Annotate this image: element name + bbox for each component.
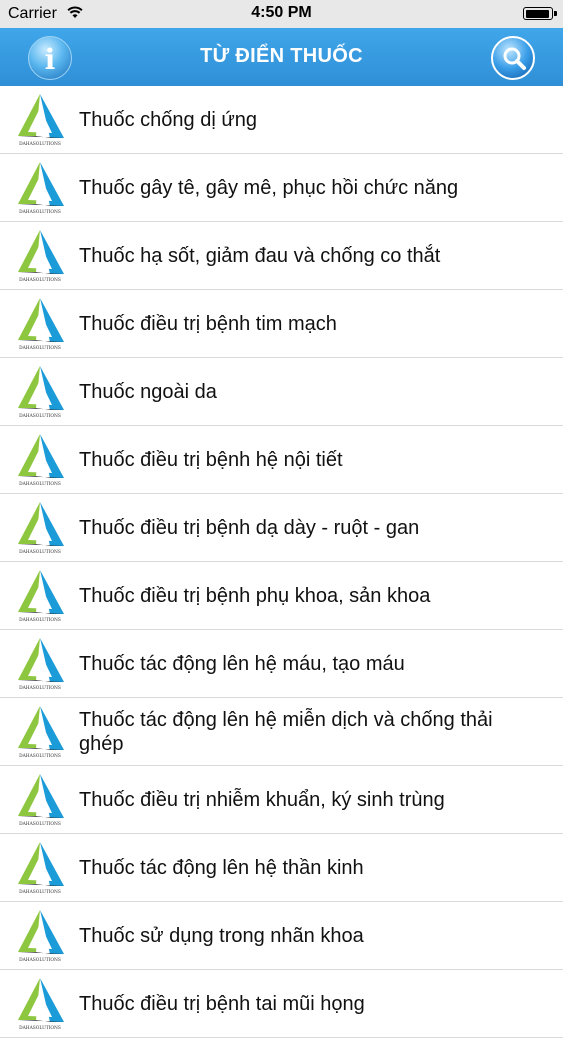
search-button[interactable] bbox=[491, 36, 535, 80]
logo-text: DAHASOLUTIONS bbox=[19, 822, 61, 827]
logo-text: DAHASOLUTIONS bbox=[19, 754, 61, 759]
category-row[interactable]: DAHASOLUTIONS Thuốc điều trị bệnh hệ nội… bbox=[0, 426, 563, 494]
category-row[interactable]: DAHASOLUTIONS Thuốc sử dụng trong nhãn k… bbox=[0, 902, 563, 970]
category-row[interactable]: DAHASOLUTIONS Thuốc chống dị ứng bbox=[0, 86, 563, 154]
category-row[interactable]: DAHASOLUTIONS Thuốc tác động lên hệ miễn… bbox=[0, 698, 563, 766]
dahasolutions-triangle-logo: DAHASOLUTIONS bbox=[18, 162, 64, 215]
dahasolutions-triangle-logo: DAHASOLUTIONS bbox=[18, 366, 64, 419]
magnifier-icon bbox=[503, 47, 526, 70]
dahasolutions-triangle-logo: DAHASOLUTIONS bbox=[18, 230, 64, 283]
dahasolutions-triangle-logo: DAHASOLUTIONS bbox=[18, 638, 64, 691]
category-row[interactable]: DAHASOLUTIONS Thuốc điều trị bệnh tai mũ… bbox=[0, 970, 563, 1038]
category-label: Thuốc điều trị nhiễm khuẩn, ký sinh trùn… bbox=[79, 788, 445, 811]
category-label: Thuốc tác động lên hệ máu, tạo máu bbox=[79, 652, 405, 675]
category-row[interactable]: DAHASOLUTIONS Thuốc ngoài da bbox=[0, 358, 563, 426]
dahasolutions-triangle-logo: DAHASOLUTIONS bbox=[18, 910, 64, 963]
category-row[interactable]: DAHASOLUTIONS Thuốc điều trị nhiễm khuẩn… bbox=[0, 766, 563, 834]
dahasolutions-triangle-logo: DAHASOLUTIONS bbox=[18, 502, 64, 555]
category-row[interactable]: DAHASOLUTIONS Thuốc điều trị bệnh tim mạ… bbox=[0, 290, 563, 358]
page-title: TỪ ĐIỂN THUỐC bbox=[200, 45, 363, 67]
logo-text: DAHASOLUTIONS bbox=[19, 686, 61, 691]
category-label: Thuốc điều trị bệnh dạ dày - ruột - gan bbox=[79, 516, 420, 539]
logo-text: DAHASOLUTIONS bbox=[19, 890, 61, 895]
nav-bar: i TỪ ĐIỂN THUỐC bbox=[0, 28, 563, 86]
category-row[interactable]: DAHASOLUTIONS Thuốc tác động lên hệ máu,… bbox=[0, 630, 563, 698]
category-label: Thuốc chống dị ứng bbox=[79, 108, 257, 131]
category-label: Thuốc ngoài da bbox=[79, 380, 217, 403]
clock: 4:50 PM bbox=[251, 4, 312, 21]
logo-text: DAHASOLUTIONS bbox=[19, 618, 61, 623]
category-label: Thuốc gây tê, gây mê, phục hồi chức năng bbox=[79, 176, 459, 199]
category-label: Thuốc hạ sốt, giảm đau và chống co thắt bbox=[79, 244, 441, 267]
category-row[interactable]: DAHASOLUTIONS Thuốc tác động lên hệ thần… bbox=[0, 834, 563, 902]
dahasolutions-triangle-logo: DAHASOLUTIONS bbox=[18, 706, 64, 759]
category-label: Thuốc tác động lên hệ thần kinh bbox=[79, 856, 364, 879]
logo-text: DAHASOLUTIONS bbox=[19, 1026, 61, 1031]
dahasolutions-triangle-logo: DAHASOLUTIONS bbox=[18, 842, 64, 895]
dahasolutions-triangle-logo: DAHASOLUTIONS bbox=[18, 570, 64, 623]
category-row[interactable]: DAHASOLUTIONS Thuốc điều trị bệnh dạ dày… bbox=[0, 494, 563, 562]
battery-icon bbox=[523, 7, 557, 20]
category-label: Thuốc điều trị bệnh hệ nội tiết bbox=[79, 448, 343, 471]
category-label: Thuốc điều trị bệnh tim mạch bbox=[79, 312, 337, 335]
category-row[interactable]: DAHASOLUTIONS Thuốc điều trị bệnh phụ kh… bbox=[0, 562, 563, 630]
category-list: DAHASOLUTIONS Thuốc chống dị ứng DAHASOL… bbox=[0, 86, 563, 1038]
category-row[interactable]: DAHASOLUTIONS Thuốc gây tê, gây mê, phục… bbox=[0, 154, 563, 222]
dahasolutions-triangle-logo: DAHASOLUTIONS bbox=[18, 94, 64, 147]
category-label: Thuốc sử dụng trong nhãn khoa bbox=[79, 924, 364, 947]
logo-text: DAHASOLUTIONS bbox=[19, 142, 61, 147]
category-label: Thuốc điều trị bệnh phụ khoa, sản khoa bbox=[79, 584, 431, 607]
dahasolutions-triangle-logo: DAHASOLUTIONS bbox=[18, 774, 64, 827]
category-label: Thuốc tác động lên hệ miễn dịch và chống… bbox=[79, 708, 493, 755]
status-bar: Carrier 4:50 PM bbox=[0, 0, 563, 28]
dahasolutions-triangle-logo: DAHASOLUTIONS bbox=[18, 434, 64, 487]
category-label: Thuốc điều trị bệnh tai mũi họng bbox=[79, 992, 365, 1015]
dahasolutions-triangle-logo: DAHASOLUTIONS bbox=[18, 978, 64, 1031]
logo-text: DAHASOLUTIONS bbox=[19, 414, 61, 419]
logo-text: DAHASOLUTIONS bbox=[19, 210, 61, 215]
logo-text: DAHASOLUTIONS bbox=[19, 550, 61, 555]
logo-text: DAHASOLUTIONS bbox=[19, 958, 61, 963]
dahasolutions-triangle-logo: DAHASOLUTIONS bbox=[18, 298, 64, 351]
logo-text: DAHASOLUTIONS bbox=[19, 346, 61, 351]
category-row[interactable]: DAHASOLUTIONS Thuốc hạ sốt, giảm đau và … bbox=[0, 222, 563, 290]
logo-text: DAHASOLUTIONS bbox=[19, 278, 61, 283]
logo-text: DAHASOLUTIONS bbox=[19, 482, 61, 487]
